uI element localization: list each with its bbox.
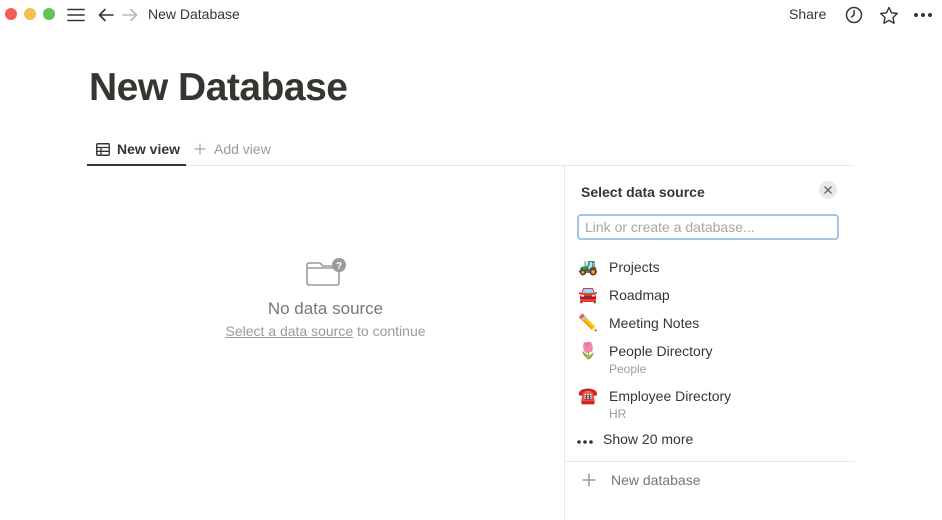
telephone-icon: ☎️ bbox=[578, 388, 598, 405]
list-item-label: Meeting Notes bbox=[609, 315, 700, 331]
list-item-meeting-notes[interactable]: ✏️ Meeting Notes bbox=[577, 312, 843, 340]
zoom-window-button[interactable] bbox=[43, 8, 55, 20]
list-item-people-directory[interactable]: 🌷 People Directory People bbox=[577, 340, 843, 385]
favorite-star-icon[interactable] bbox=[878, 4, 900, 26]
list-item-roadmap[interactable]: 🚘 Roadmap bbox=[577, 284, 843, 312]
page-title[interactable]: New Database bbox=[89, 66, 348, 110]
more-options-icon[interactable] bbox=[912, 4, 934, 26]
panel-title: Select data source bbox=[581, 184, 705, 200]
car-icon: 🚘 bbox=[578, 287, 598, 304]
view-tabs: New view Add view bbox=[87, 134, 854, 166]
title-bar: New Database Share bbox=[0, 0, 942, 30]
pencil-icon: ✏️ bbox=[578, 315, 598, 332]
empty-state-suffix: to continue bbox=[357, 323, 426, 339]
svg-text:?: ? bbox=[335, 261, 341, 272]
empty-state: ? No data source Select a data source to… bbox=[87, 256, 564, 339]
list-item-label: Projects bbox=[609, 259, 660, 275]
close-window-button[interactable] bbox=[5, 8, 17, 20]
plus-icon bbox=[192, 141, 208, 157]
close-panel-button[interactable] bbox=[819, 181, 837, 199]
table-icon bbox=[95, 141, 111, 157]
list-item-employee-directory[interactable]: ☎️ Employee Directory HR bbox=[577, 385, 843, 430]
history-clock-icon[interactable] bbox=[843, 4, 865, 26]
breadcrumb-page-title[interactable]: New Database bbox=[148, 6, 240, 22]
show-more-label: Show 20 more bbox=[603, 431, 694, 447]
more-dots-icon bbox=[577, 431, 597, 447]
list-item-subtitle: People bbox=[609, 362, 647, 376]
data-source-search-input[interactable] bbox=[577, 214, 839, 240]
sidebar-toggle-icon[interactable] bbox=[65, 4, 87, 26]
new-database-label: New database bbox=[611, 472, 701, 488]
add-view-button[interactable]: Add view bbox=[192, 134, 271, 164]
list-item-label: People Directory bbox=[609, 343, 713, 359]
data-source-list: 🚜 Projects 🚘 Roadmap ✏️ Meeting Notes 🌷 … bbox=[577, 256, 843, 430]
back-arrow-icon[interactable] bbox=[95, 4, 117, 26]
list-item-label: Employee Directory bbox=[609, 388, 732, 404]
list-item-subtitle: HR bbox=[609, 407, 627, 421]
new-database-button[interactable]: New database bbox=[581, 472, 701, 488]
folder-question-icon: ? bbox=[305, 256, 347, 290]
forward-arrow-icon[interactable] bbox=[119, 4, 141, 26]
tractor-icon: 🚜 bbox=[578, 259, 598, 276]
close-icon bbox=[824, 186, 832, 194]
minimize-window-button[interactable] bbox=[24, 8, 36, 20]
show-more-button[interactable]: Show 20 more bbox=[577, 431, 693, 447]
share-button[interactable]: Share bbox=[789, 6, 826, 22]
select-data-source-link[interactable]: Select a data source bbox=[225, 323, 353, 339]
panel-divider bbox=[565, 461, 855, 462]
list-item-projects[interactable]: 🚜 Projects bbox=[577, 256, 843, 284]
tulip-icon: 🌷 bbox=[578, 343, 598, 360]
add-view-label: Add view bbox=[214, 141, 271, 157]
empty-state-subtitle: Select a data source to continue bbox=[87, 323, 564, 339]
tab-new-view[interactable]: New view bbox=[87, 134, 186, 166]
empty-state-title: No data source bbox=[267, 299, 384, 318]
tab-new-view-label: New view bbox=[117, 141, 181, 157]
plus-icon bbox=[581, 472, 597, 488]
data-source-panel: Select data source 🚜 Projects 🚘 Roadmap … bbox=[564, 166, 855, 520]
list-item-label: Roadmap bbox=[609, 287, 670, 303]
